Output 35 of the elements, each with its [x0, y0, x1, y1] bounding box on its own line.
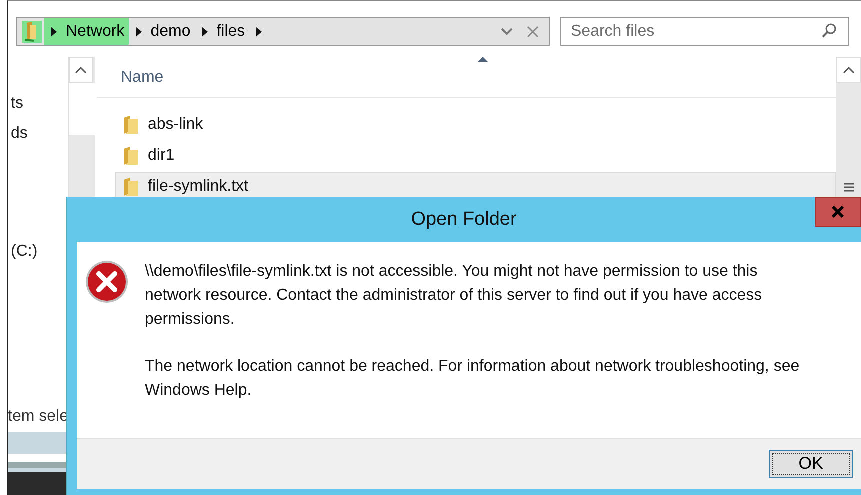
scrollbar-thumb[interactable]: [69, 83, 95, 135]
search-icon[interactable]: [821, 23, 837, 39]
clear-icon[interactable]: [527, 26, 539, 38]
scroll-up-button[interactable]: [836, 57, 861, 83]
breadcrumb-arrow-icon[interactable]: [134, 26, 143, 36]
column-header[interactable]: Name: [97, 59, 836, 98]
network-folder-icon: [22, 20, 42, 42]
folder-icon: [122, 146, 140, 166]
search-field[interactable]: Search files: [560, 17, 849, 46]
chevron-up-icon: [842, 66, 854, 74]
chevron-up-icon: [75, 66, 87, 74]
nav-item[interactable]: ds: [11, 125, 68, 143]
nav-item[interactable]: (C:): [11, 243, 68, 261]
close-icon: [831, 206, 845, 218]
breadcrumb-item[interactable]: Network: [64, 18, 129, 45]
ok-button[interactable]: OK: [769, 450, 853, 478]
sort-arrow-icon: [478, 57, 488, 62]
dialog-title: Open Folder: [411, 208, 517, 230]
breadcrumb-arrow-icon[interactable]: [200, 26, 209, 36]
breadcrumb-arrow-icon[interactable]: [255, 26, 264, 36]
breadcrumb-item[interactable]: demo: [148, 18, 195, 45]
taskbar-background: [8, 432, 68, 495]
scroll-up-button[interactable]: [69, 57, 93, 83]
error-message: \\demo\files\file-symlink.txt is not accessible. You might not have permission to use this network resource. Contact the administrator of this server to find out if you have access permissions.: [145, 262, 764, 330]
close-button[interactable]: [815, 197, 861, 227]
folder-icon: [122, 115, 140, 135]
breadcrumb-item[interactable]: files: [214, 18, 250, 45]
folder-icon: [122, 177, 140, 197]
nav-item[interactable]: ts: [11, 95, 68, 113]
breadcrumb-arrow-icon[interactable]: [50, 26, 58, 36]
error-icon: [85, 260, 129, 304]
error-message: The network location cannot be reached. For information about network troubleshooting, see Windows Help.: [145, 357, 801, 401]
dropdown-chevron-icon[interactable]: [501, 28, 513, 36]
address-bar[interactable]: Network demo files: [16, 17, 550, 46]
scroll-grip-icon[interactable]: [844, 183, 854, 192]
